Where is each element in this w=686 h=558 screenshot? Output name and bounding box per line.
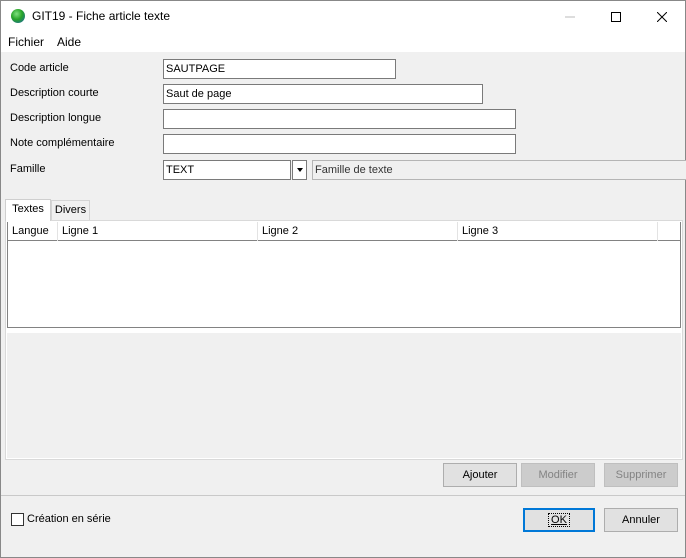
column-header-ligne-1[interactable]: Ligne 1 [58, 222, 258, 241]
menu-aide[interactable]: Aide [57, 35, 81, 49]
description-courte-field[interactable]: Saut de page [163, 84, 483, 104]
menu-bar: Fichier Aide [1, 32, 685, 52]
globe-icon [11, 9, 25, 23]
famille-label: Famille [10, 163, 46, 175]
detail-area [7, 333, 681, 458]
description-longue-label: Description longue [10, 112, 102, 124]
ajouter-button[interactable]: Ajouter [443, 463, 517, 487]
note-complementaire-field[interactable] [163, 134, 516, 154]
maximize-button[interactable] [593, 1, 639, 32]
description-longue-field[interactable] [163, 109, 516, 129]
grid-header: Langue Ligne 1 Ligne 2 Ligne 3 [8, 222, 680, 241]
chevron-down-icon [296, 168, 303, 172]
famille-description: Famille de texte [312, 160, 686, 180]
tab-divers[interactable]: Divers [51, 200, 90, 220]
creation-serie-checkbox[interactable] [11, 513, 24, 526]
note-complementaire-label: Note complémentaire [10, 137, 115, 149]
famille-dropdown-button[interactable] [292, 160, 307, 180]
description-courte-label: Description courte [10, 87, 99, 99]
ok-button[interactable]: OK [523, 508, 595, 532]
text-lines-grid[interactable]: Langue Ligne 1 Ligne 2 Ligne 3 [7, 222, 681, 328]
modifier-button[interactable]: Modifier [521, 463, 595, 487]
column-header-langue[interactable]: Langue [8, 222, 58, 241]
supprimer-button[interactable]: Supprimer [604, 463, 678, 487]
title-bar[interactable]: GIT19 - Fiche article texte [1, 1, 685, 32]
menu-fichier[interactable]: Fichier [8, 35, 44, 49]
close-icon [657, 11, 667, 22]
code-article-field[interactable]: SAUTPAGE [163, 59, 396, 79]
window-title: GIT19 - Fiche article texte [32, 9, 171, 23]
creation-serie-label[interactable]: Création en série [27, 513, 111, 525]
column-header-ligne-2[interactable]: Ligne 2 [258, 222, 458, 241]
maximize-icon [611, 11, 621, 22]
minimize-button[interactable] [547, 1, 593, 32]
column-header-ligne-3[interactable]: Ligne 3 [458, 222, 658, 241]
famille-select[interactable]: TEXT [163, 160, 291, 180]
tab-textes[interactable]: Textes [5, 199, 51, 221]
close-button[interactable] [639, 1, 685, 32]
dialog-window: GIT19 - Fiche article texte Fichier Aide… [0, 0, 686, 558]
code-article-label: Code article [10, 62, 69, 74]
annuler-button[interactable]: Annuler [604, 508, 678, 532]
ok-button-label: OK [548, 513, 570, 527]
footer-separator [1, 495, 685, 496]
minimize-icon [565, 16, 575, 17]
